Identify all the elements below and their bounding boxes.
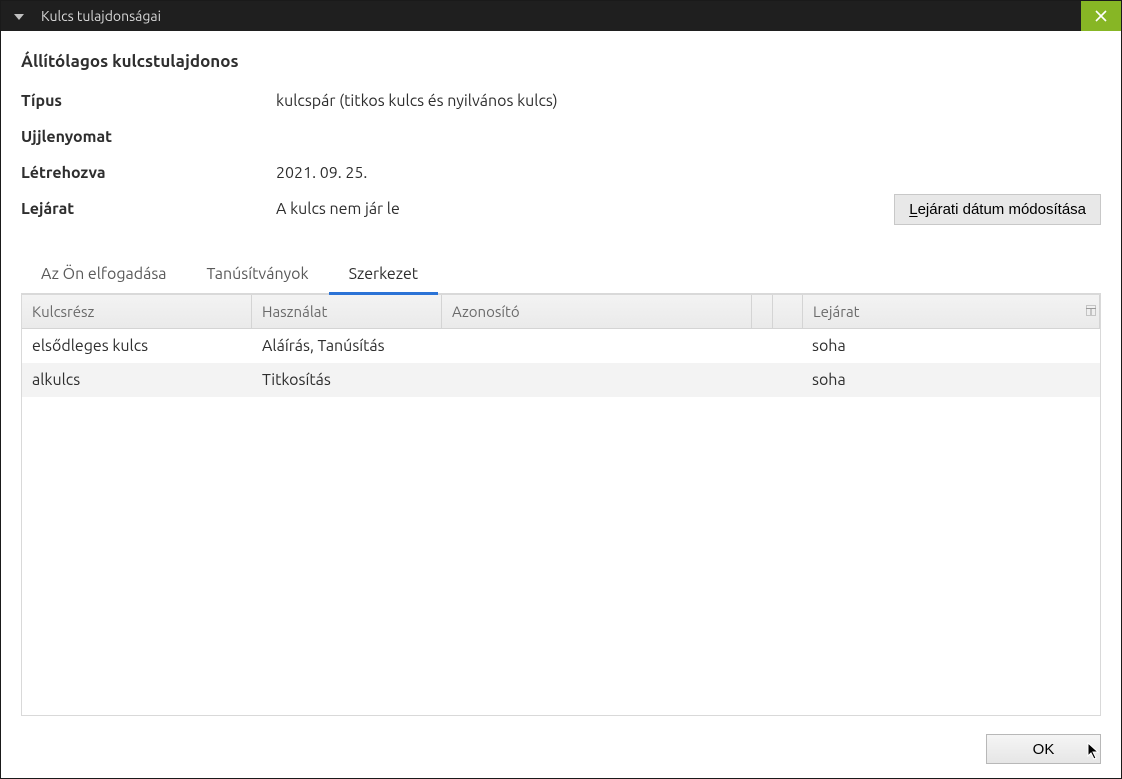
row-fingerprint: Ujjlenyomat xyxy=(21,119,1101,155)
tabs: Az Ön elfogadása Tanúsítványok Szerkezet xyxy=(21,255,1101,295)
tab-structure[interactable]: Szerkezet xyxy=(329,255,438,293)
titlebar: Kulcs tulajdonságai xyxy=(1,1,1121,31)
section-heading: Állítólagos kulcstulajdonos xyxy=(21,52,1101,71)
change-expiry-button[interactable]: Lejárati dátum módosítása xyxy=(894,194,1101,225)
col-header-spacer2 xyxy=(773,295,803,328)
change-expiry-mnemonic: L xyxy=(909,201,917,218)
expiry-label: Lejárat xyxy=(21,200,276,218)
content: Állítólagos kulcstulajdonos Típus kulcsp… xyxy=(1,31,1121,726)
cell-usage: Titkosítás xyxy=(252,363,442,397)
table-header: Kulcsrész Használat Azonosító Lejárat xyxy=(22,295,1100,329)
tab-acceptance[interactable]: Az Ön elfogadása xyxy=(21,255,187,293)
fingerprint-label: Ujjlenyomat xyxy=(21,128,276,146)
structure-table: Kulcsrész Használat Azonosító Lejárat el… xyxy=(21,295,1101,716)
window: Kulcs tulajdonságai Állítólagos kulcstul… xyxy=(0,0,1122,779)
col-header-part[interactable]: Kulcsrész xyxy=(22,295,252,328)
created-label: Létrehozva xyxy=(21,164,276,182)
cell-usage: Aláírás, Tanúsítás xyxy=(252,329,442,363)
col-header-usage[interactable]: Használat xyxy=(252,295,442,328)
ok-button[interactable]: OK xyxy=(986,734,1101,764)
table-row[interactable]: alkulcs Titkosítás soha xyxy=(22,363,1100,397)
cell-expiry: soha xyxy=(802,363,1100,397)
window-menu-button[interactable] xyxy=(7,10,31,23)
row-created: Létrehozva 2021. 09. 25. xyxy=(21,155,1101,191)
tab-certificates[interactable]: Tanúsítványok xyxy=(187,255,329,293)
window-title: Kulcs tulajdonságai xyxy=(41,8,161,24)
cell-expiry: soha xyxy=(802,329,1100,363)
change-expiry-rest: ejárati dátum módosítása xyxy=(918,201,1086,218)
cell-id xyxy=(442,363,752,397)
configure-columns-icon[interactable] xyxy=(1086,305,1096,318)
type-label: Típus xyxy=(21,92,276,110)
footer: OK xyxy=(1,726,1121,778)
col-header-expiry[interactable]: Lejárat xyxy=(803,295,1100,328)
col-header-spacer1 xyxy=(752,295,773,328)
cell-spacer2 xyxy=(772,363,802,397)
cell-id xyxy=(442,329,752,363)
table-row[interactable]: elsődleges kulcs Aláírás, Tanúsítás soha xyxy=(22,329,1100,363)
cell-spacer1 xyxy=(752,363,772,397)
cell-spacer1 xyxy=(752,329,772,363)
cell-part: alkulcs xyxy=(22,363,252,397)
type-value: kulcspár (titkos kulcs és nyilvános kulc… xyxy=(276,92,1101,110)
table-body: elsődleges kulcs Aláírás, Tanúsítás soha… xyxy=(22,329,1100,715)
window-close-button[interactable] xyxy=(1081,1,1121,31)
cell-part: elsődleges kulcs xyxy=(22,329,252,363)
col-header-id[interactable]: Azonosító xyxy=(442,295,752,328)
created-value: 2021. 09. 25. xyxy=(276,164,1101,182)
row-type: Típus kulcspár (titkos kulcs és nyilváno… xyxy=(21,83,1101,119)
expiry-value: A kulcs nem jár le xyxy=(276,200,894,218)
row-expiry: Lejárat A kulcs nem jár le Lejárati dátu… xyxy=(21,191,1101,227)
cell-spacer2 xyxy=(772,329,802,363)
